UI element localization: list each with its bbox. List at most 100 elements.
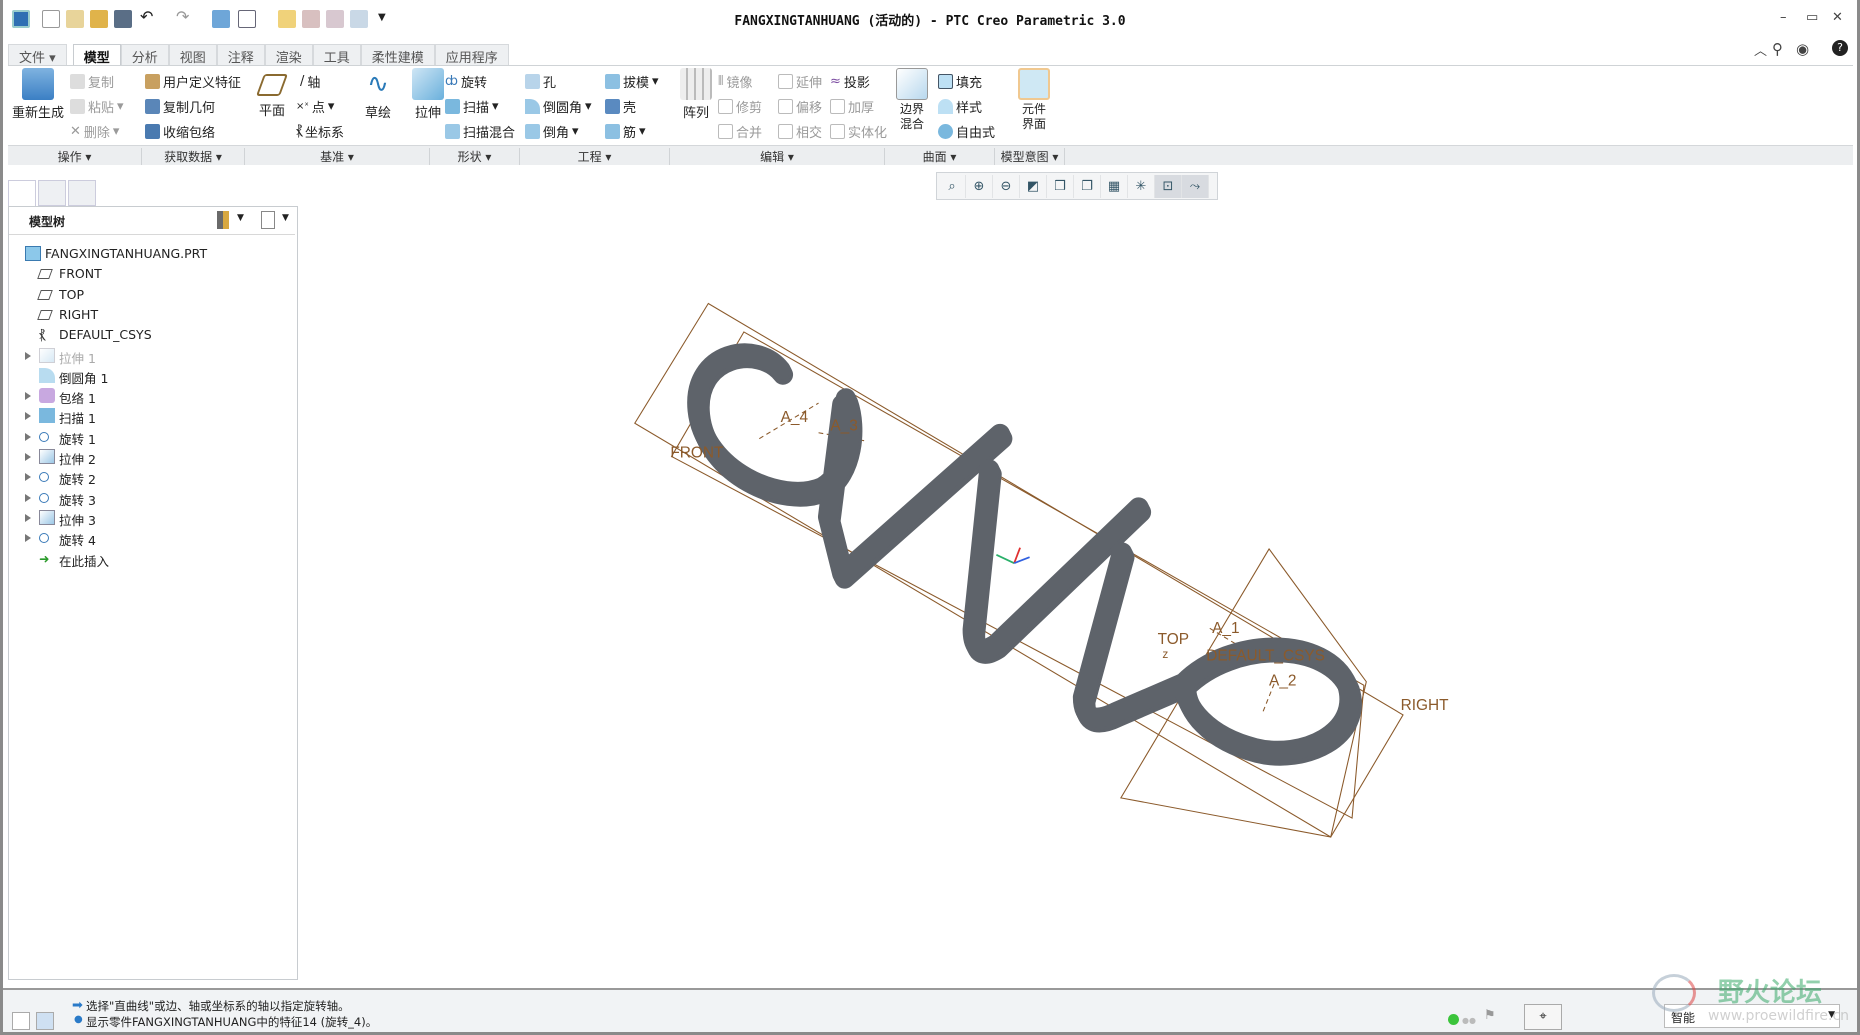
copy-button[interactable]: 复制 xyxy=(70,72,114,91)
tree-item[interactable]: 旋转 3 xyxy=(9,487,295,509)
group-datum[interactable]: 基准 ▾ xyxy=(245,148,430,165)
sweep-button[interactable]: 扫描 ▾ xyxy=(445,97,499,116)
swept-blend-button[interactable]: 扫描混合 xyxy=(445,122,515,141)
expand-arrow-icon[interactable] xyxy=(25,534,31,543)
shrinkwrap-button[interactable]: 收缩包络 xyxy=(145,122,215,141)
tab-applications[interactable]: 应用程序 xyxy=(434,44,509,66)
thicken-button[interactable]: 加厚 xyxy=(830,97,874,116)
solidify-button[interactable]: 实体化 xyxy=(830,122,887,141)
project-button[interactable]: ≈ 投影 xyxy=(830,72,870,91)
offset-button[interactable]: 偏移 xyxy=(778,97,822,116)
datum-display-icon[interactable]: ✳ xyxy=(1128,175,1155,198)
hole-button[interactable]: 孔 xyxy=(525,72,556,91)
tab-tools[interactable]: 工具 xyxy=(312,44,361,66)
tab-annotate[interactable]: 注释 xyxy=(216,44,265,66)
minimize-button[interactable]: – xyxy=(1780,10,1787,25)
help-icon[interactable]: ? xyxy=(1832,40,1848,56)
maximize-button[interactable]: ▭ xyxy=(1806,10,1818,25)
trim-button[interactable]: 修剪 xyxy=(718,97,762,116)
group-surfaces[interactable]: 曲面 ▾ xyxy=(885,148,995,165)
favorites-icon[interactable] xyxy=(68,180,96,206)
tree-item[interactable]: 旋转 1 xyxy=(9,426,295,448)
tree-item[interactable]: 拉伸 2 xyxy=(9,446,295,468)
tree-item[interactable]: 包络 1 xyxy=(9,385,295,407)
point-button[interactable]: ×ˣ 点 ▾ xyxy=(296,97,334,116)
tree-item[interactable]: 旋转 4 xyxy=(9,527,295,549)
zoom-out-icon[interactable]: ⊖ xyxy=(993,175,1020,198)
tree-item[interactable]: TOP xyxy=(9,284,295,306)
tree-item[interactable]: 拉伸 3 xyxy=(9,507,295,529)
round-button[interactable]: 倒圆角 ▾ xyxy=(525,97,592,116)
tree-item[interactable]: 倒圆角 1 xyxy=(9,365,295,387)
rib-button[interactable]: 筋 ▾ xyxy=(605,122,646,141)
saved-orientations-icon[interactable]: ❐ xyxy=(1074,175,1101,198)
repaint-icon[interactable]: ◩ xyxy=(1020,175,1047,198)
regen-status-icon[interactable] xyxy=(1448,1014,1459,1025)
boundary-blend-button[interactable]: 边界混合 xyxy=(892,68,932,132)
spin-center-icon[interactable]: ⤳ xyxy=(1182,175,1209,198)
freestyle-button[interactable]: 自由式 xyxy=(938,122,995,141)
intersect-button[interactable]: 相交 xyxy=(778,122,822,141)
tab-flexible-modeling[interactable]: 柔性建模 xyxy=(360,44,435,66)
folder-browser-icon[interactable] xyxy=(38,180,66,206)
pattern-button[interactable]: 阵列 xyxy=(676,68,716,121)
search-icon[interactable]: ⚲ xyxy=(1772,40,1783,58)
show-dropdown-icon[interactable]: ▼ xyxy=(282,213,289,223)
merge-button[interactable]: 合并 xyxy=(718,122,762,141)
fill-button[interactable]: 填充 xyxy=(938,72,982,91)
expand-arrow-icon[interactable] xyxy=(25,432,31,441)
expand-arrow-icon[interactable] xyxy=(25,513,31,522)
view-manager-icon[interactable]: ▦ xyxy=(1101,175,1128,198)
toggle-browser-icon[interactable] xyxy=(36,1012,54,1030)
group-engineering[interactable]: 工程 ▾ xyxy=(520,148,670,165)
refit-icon[interactable]: ⌕ xyxy=(939,175,966,198)
group-get-data[interactable]: 获取数据 ▾ xyxy=(142,148,245,165)
expand-arrow-icon[interactable] xyxy=(25,412,31,421)
expand-arrow-icon[interactable] xyxy=(25,473,31,482)
annotation-display-icon[interactable]: ⊡ xyxy=(1155,175,1182,198)
tab-analysis[interactable]: 分析 xyxy=(120,44,169,66)
tab-render[interactable]: 渲染 xyxy=(264,44,313,66)
tree-settings-icon[interactable] xyxy=(217,211,229,229)
delete-button[interactable]: ✕ 删除 ▾ xyxy=(70,122,119,141)
group-shapes[interactable]: 形状 ▾ xyxy=(430,148,520,165)
model-tree-icon[interactable] xyxy=(8,180,36,206)
udf-button[interactable]: 用户定义特征 xyxy=(145,72,241,91)
tree-item[interactable]: 旋转 2 xyxy=(9,466,295,488)
find-button[interactable]: ⌖ xyxy=(1524,1004,1562,1030)
chamfer-button[interactable]: 倒角 ▾ xyxy=(525,122,579,141)
tree-item[interactable]: ➜ 在此插入 xyxy=(9,548,295,570)
mirror-button[interactable]: ⫴ 镜像 xyxy=(718,72,752,91)
csys-button[interactable]: ⳩ 坐标系 xyxy=(296,122,344,141)
plane-button[interactable]: 平面 xyxy=(252,68,292,119)
expand-arrow-icon[interactable] xyxy=(25,453,31,461)
draft-button[interactable]: 拔模 ▾ xyxy=(605,72,659,91)
tree-item[interactable]: FRONT xyxy=(9,263,295,285)
component-interface-button[interactable]: 元件界面 xyxy=(1012,68,1056,132)
settings-dropdown-icon[interactable]: ▼ xyxy=(237,213,244,223)
sketch-button[interactable]: ∿ 草绘 xyxy=(358,68,398,121)
tree-item[interactable]: ⳩ DEFAULT_CSYS xyxy=(9,324,295,346)
expand-arrow-icon[interactable] xyxy=(25,351,31,360)
tree-item[interactable]: 拉伸 1 xyxy=(9,345,295,367)
copy-geometry-button[interactable]: 复制几何 xyxy=(145,97,215,116)
display-style-icon[interactable]: ❒ xyxy=(1047,175,1074,198)
extend-button[interactable]: 延伸 xyxy=(778,72,822,91)
community-icon[interactable]: ◉ xyxy=(1796,40,1809,58)
style-button[interactable]: 样式 xyxy=(938,97,982,116)
group-editing[interactable]: 编辑 ▾ xyxy=(670,148,885,165)
axis-button[interactable]: / 轴 xyxy=(300,72,320,91)
close-button[interactable]: ✕ xyxy=(1832,10,1843,25)
revolve-button[interactable]: ȸ 旋转 xyxy=(445,72,487,91)
expand-arrow-icon[interactable] xyxy=(25,392,31,401)
tab-view[interactable]: 视图 xyxy=(168,44,217,66)
show-options-icon[interactable] xyxy=(261,211,275,229)
selection-filter-dropdown[interactable]: 智能 ▼ xyxy=(1664,1004,1840,1028)
zoom-in-icon[interactable]: ⊕ xyxy=(966,175,993,198)
group-operations[interactable]: 操作 ▾ xyxy=(8,148,142,165)
minimize-ribbon-icon[interactable]: ︿ xyxy=(1754,40,1767,59)
toggle-navigator-icon[interactable] xyxy=(12,1012,30,1030)
shell-button[interactable]: 壳 xyxy=(605,97,636,116)
paste-button[interactable]: 粘贴 ▾ xyxy=(70,97,124,116)
tree-item[interactable]: FANGXINGTANHUANG.PRT xyxy=(9,243,295,265)
